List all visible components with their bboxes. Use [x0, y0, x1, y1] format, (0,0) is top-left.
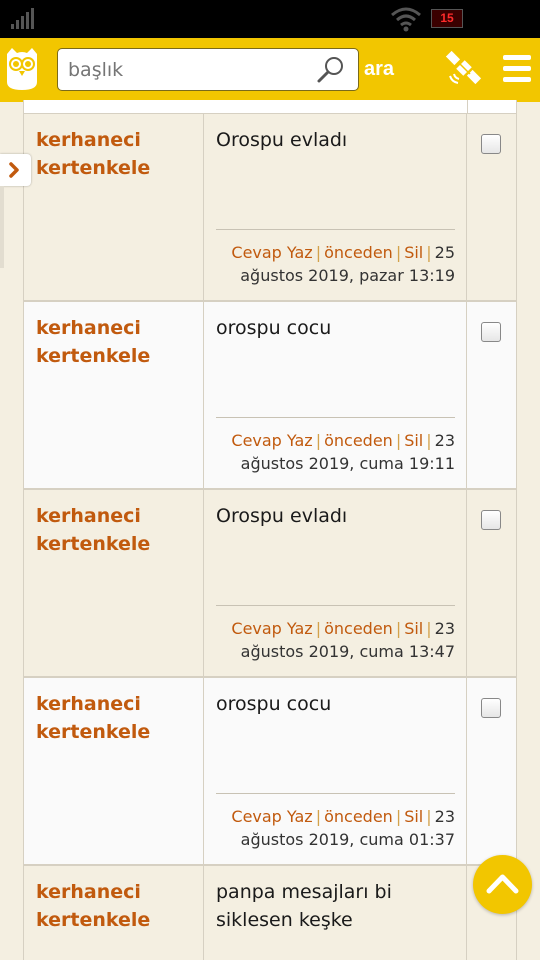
message-cell: Orospu evladı Cevap Yaz | önceden | Sil | 23 a…	[204, 490, 467, 676]
message-cell: panpa mesajları bi siklesen keşke	[204, 866, 467, 960]
entry-row: kerhaneci kertenkele Orospu evladı Cevap…	[23, 489, 517, 677]
message-text: orospu cocu	[216, 693, 332, 715]
menu-icon[interactable]	[503, 54, 531, 84]
select-cell	[467, 302, 516, 488]
delete-link[interactable]: Sil	[404, 243, 423, 262]
reply-link[interactable]: Cevap Yaz	[231, 243, 312, 262]
reply-link[interactable]: Cevap Yaz	[231, 619, 312, 638]
select-checkbox[interactable]	[481, 134, 501, 154]
message-cell: Orospu evladı Cevap Yaz | önceden | Sil | 25 a…	[204, 114, 467, 300]
author-cell: kerhaneci kertenkele	[24, 490, 204, 676]
table-top-edge	[23, 100, 517, 114]
message-text: orospu cocu	[216, 317, 332, 339]
signal-icon	[11, 8, 34, 29]
entry-row: kerhaneci kertenkele orospu cocu Cevap Y…	[23, 301, 517, 489]
message-cell: orospu cocu Cevap Yaz | önceden | Sil | 23 ağu…	[204, 302, 467, 488]
select-cell	[467, 114, 516, 300]
previous-link[interactable]: önceden	[324, 619, 393, 638]
delete-link[interactable]: Sil	[404, 807, 423, 826]
top-bar: ara	[0, 38, 540, 102]
search-box	[57, 48, 359, 91]
message-text: panpa mesajları bi siklesen keşke	[216, 881, 392, 931]
author-cell: kerhaneci kertenkele	[24, 678, 204, 864]
scroll-to-top-button[interactable]	[473, 855, 532, 914]
entry-row: kerhaneci kertenkele orospu cocu Cevap Y…	[23, 677, 517, 865]
satellite-icon[interactable]	[446, 50, 482, 86]
author-cell: kerhaneci kertenkele	[24, 302, 204, 488]
previous-link[interactable]: önceden	[324, 431, 393, 450]
entry-row: kerhaneci kertenkele Orospu evladı Cevap…	[23, 113, 517, 301]
search-icon[interactable]	[316, 55, 346, 85]
previous-link[interactable]: önceden	[324, 807, 393, 826]
delete-link[interactable]: Sil	[404, 619, 423, 638]
entry-row: kerhaneci kertenkele panpa mesajları bi …	[23, 865, 517, 960]
author-link[interactable]: kerhaneci kertenkele	[36, 690, 196, 746]
previous-link[interactable]: önceden	[324, 243, 393, 262]
author-link[interactable]: kerhaneci kertenkele	[36, 314, 196, 370]
message-text: Orospu evladı	[216, 505, 348, 527]
status-bar: 15	[0, 0, 540, 38]
reply-link[interactable]: Cevap Yaz	[231, 431, 312, 450]
reply-link[interactable]: Cevap Yaz	[231, 807, 312, 826]
select-checkbox[interactable]	[481, 510, 501, 530]
entry-meta: Cevap Yaz | önceden | Sil | 23 ağustos 2019, c…	[216, 417, 455, 475]
select-checkbox[interactable]	[481, 322, 501, 342]
side-panel-toggle[interactable]	[0, 154, 31, 186]
author-link[interactable]: kerhaneci kertenkele	[36, 878, 196, 934]
battery-indicator: 15	[431, 9, 463, 28]
select-cell	[467, 490, 516, 676]
author-link[interactable]: kerhaneci kertenkele	[36, 126, 196, 182]
entry-meta: Cevap Yaz | önceden | Sil | 23 ağustos 2019, c…	[216, 605, 455, 663]
side-panel-edge	[0, 186, 4, 268]
author-link[interactable]: kerhaneci kertenkele	[36, 502, 196, 558]
chevron-up-icon	[486, 874, 519, 894]
search-input[interactable]	[68, 49, 308, 90]
select-checkbox[interactable]	[481, 698, 501, 718]
author-cell: kerhaneci kertenkele	[24, 114, 204, 300]
search-button[interactable]: ara	[364, 58, 394, 81]
delete-link[interactable]: Sil	[404, 431, 423, 450]
owl-logo-icon[interactable]	[4, 46, 40, 92]
select-cell	[467, 678, 516, 864]
chevron-right-icon	[9, 162, 19, 178]
message-text: Orospu evladı	[216, 129, 348, 151]
message-cell: orospu cocu Cevap Yaz | önceden | Sil | 23 ağu…	[204, 678, 467, 864]
wifi-icon	[391, 7, 421, 32]
entry-meta: Cevap Yaz | önceden | Sil | 25 ağustos 2019, p…	[216, 229, 455, 287]
author-cell: kerhaneci kertenkele	[24, 866, 204, 960]
entry-meta: Cevap Yaz | önceden | Sil | 23 ağustos 2019, c…	[216, 793, 455, 851]
